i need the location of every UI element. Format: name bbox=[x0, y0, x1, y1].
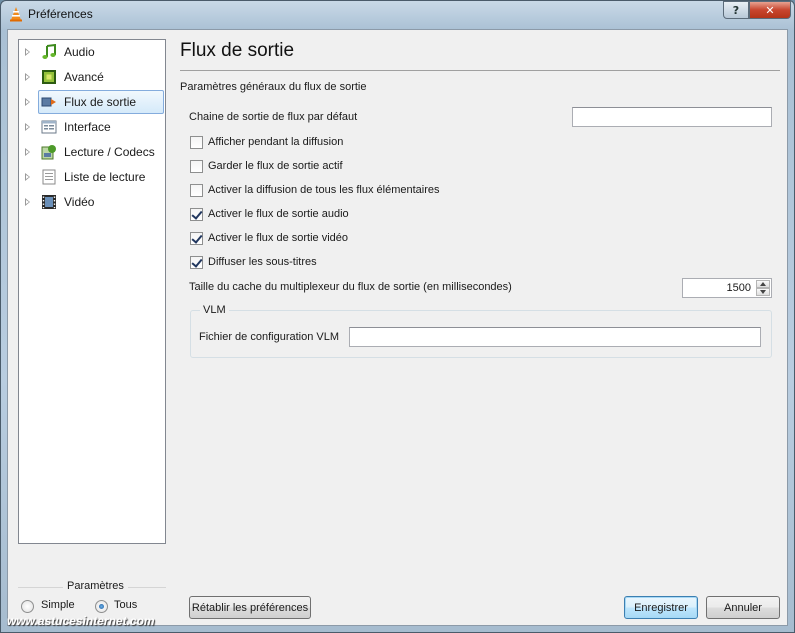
save-button[interactable]: Enregistrer bbox=[624, 596, 698, 619]
page-title: Flux de sortie bbox=[180, 40, 295, 61]
tree-item-video[interactable]: Vidéo bbox=[19, 190, 165, 214]
tree-item-playlist[interactable]: Liste de lecture bbox=[19, 165, 165, 189]
expand-arrow-icon[interactable] bbox=[25, 98, 30, 106]
radio-simple-label[interactable]: Simple bbox=[41, 599, 75, 611]
checkbox-video-output[interactable] bbox=[190, 232, 203, 245]
expand-arrow-icon[interactable] bbox=[25, 48, 30, 56]
tree-item-codecs[interactable]: Lecture / Codecs bbox=[19, 140, 165, 164]
checkbox-label[interactable]: Activer le flux de sortie audio bbox=[208, 208, 349, 220]
tree-item-label: Lecture / Codecs bbox=[64, 145, 155, 159]
music-note-icon bbox=[42, 44, 56, 59]
cache-size-label: Taille du cache du multiplexeur du flux … bbox=[189, 281, 512, 293]
vlc-cone-icon bbox=[10, 7, 22, 22]
codecs-icon bbox=[41, 145, 56, 160]
stream-output-icon bbox=[41, 97, 56, 107]
params-title: Paramètres bbox=[63, 580, 128, 592]
tree-item-label: Audio bbox=[64, 45, 95, 59]
expand-arrow-icon[interactable] bbox=[25, 123, 30, 131]
tree-item-label: Flux de sortie bbox=[64, 95, 137, 109]
watermark: www.astucesinternet.com bbox=[7, 614, 155, 628]
film-icon bbox=[42, 195, 56, 209]
checkbox-audio-output[interactable] bbox=[190, 208, 203, 221]
checkbox-show-while-streaming[interactable] bbox=[190, 136, 203, 149]
vlm-config-input[interactable] bbox=[349, 327, 761, 347]
tree-item-stream-output[interactable]: Flux de sortie bbox=[19, 90, 165, 114]
tree-item-label: Vidéo bbox=[64, 195, 95, 209]
checkbox-stream-all-es[interactable] bbox=[190, 184, 203, 197]
tree-item-label: Interface bbox=[64, 120, 111, 134]
radio-all[interactable] bbox=[95, 600, 108, 613]
expand-arrow-icon[interactable] bbox=[25, 198, 30, 206]
expand-arrow-icon[interactable] bbox=[25, 148, 30, 156]
cache-size-value[interactable]: 1500 bbox=[727, 282, 751, 294]
chip-icon bbox=[42, 70, 56, 84]
tree-item-interface[interactable]: Interface bbox=[19, 115, 165, 139]
tree-item-label: Avancé bbox=[64, 70, 104, 84]
window-title: Préférences bbox=[28, 7, 93, 21]
category-tree[interactable]: Audio Avancé Flux de sortie Interface Le… bbox=[18, 39, 166, 544]
interface-icon bbox=[41, 120, 57, 134]
checkbox-label[interactable]: Diffuser les sous-titres bbox=[208, 256, 317, 268]
checkbox-subtitles[interactable] bbox=[190, 256, 203, 269]
radio-all-label[interactable]: Tous bbox=[114, 599, 137, 611]
spin-down-icon[interactable] bbox=[756, 288, 770, 296]
radio-simple[interactable] bbox=[21, 600, 34, 613]
expand-arrow-icon[interactable] bbox=[25, 73, 30, 81]
vlm-group-title: VLM bbox=[200, 304, 229, 316]
checkbox-label[interactable]: Garder le flux de sortie actif bbox=[208, 160, 343, 172]
checkbox-label[interactable]: Afficher pendant la diffusion bbox=[208, 136, 343, 148]
checkbox-label[interactable]: Activer le flux de sortie vidéo bbox=[208, 232, 348, 244]
section-title: Paramètres généraux du flux de sortie bbox=[180, 81, 367, 93]
help-button[interactable]: ? bbox=[723, 1, 749, 19]
cache-size-spinbox[interactable]: 1500 bbox=[682, 278, 772, 298]
title-divider bbox=[180, 70, 780, 71]
cancel-button[interactable]: Annuler bbox=[706, 596, 780, 619]
expand-arrow-icon[interactable] bbox=[25, 173, 30, 181]
reset-preferences-button[interactable]: Rétablir les préférences bbox=[189, 596, 311, 619]
tree-item-label: Liste de lecture bbox=[64, 170, 146, 184]
default-chain-input[interactable] bbox=[572, 107, 772, 127]
spin-up-icon[interactable] bbox=[756, 280, 770, 288]
close-button[interactable]: ✕ bbox=[749, 1, 791, 19]
default-chain-label: Chaine de sortie de flux par défaut bbox=[189, 111, 358, 123]
client-area: Audio Avancé Flux de sortie Interface Le… bbox=[7, 29, 788, 626]
preferences-window: Préférences ? ✕ Audio Avancé Flux de sor… bbox=[0, 0, 795, 633]
checkbox-label[interactable]: Activer la diffusion de tous les flux él… bbox=[208, 184, 440, 196]
title-bar: Préférences ? ✕ bbox=[1, 1, 794, 27]
tree-item-audio[interactable]: Audio bbox=[19, 40, 165, 64]
playlist-icon bbox=[42, 169, 56, 185]
checkbox-keep-output-active[interactable] bbox=[190, 160, 203, 173]
tree-item-advanced[interactable]: Avancé bbox=[19, 65, 165, 89]
vlm-config-label: Fichier de configuration VLM bbox=[199, 331, 340, 343]
